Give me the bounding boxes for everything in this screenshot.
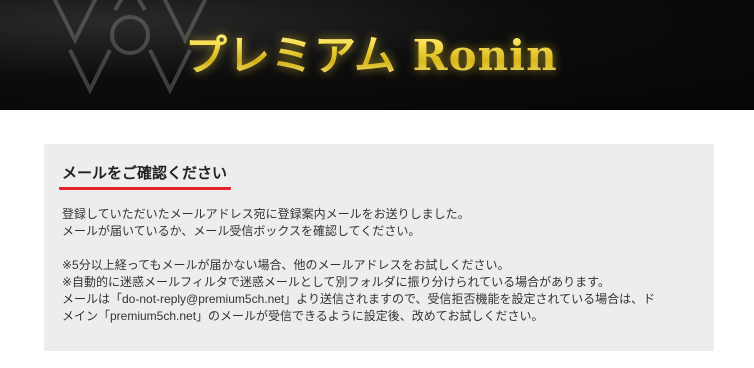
troubleshooting-line: メイン「premium5ch.net」のメールが受信できるように設定後、改めてお… <box>62 309 544 323</box>
instruction-line: メールが届いているか、メール受信ボックスを確認してください。 <box>62 224 421 238</box>
troubleshooting-line: メールは「do-not-reply@premium5ch.net」より送信されま… <box>62 292 656 306</box>
panel-title: メールをご確認ください <box>59 162 232 190</box>
troubleshooting-line: ※5分以上経ってもメールが届かない場合、他のメールアドレスをお試しください。 <box>62 258 510 272</box>
troubleshooting-line: ※自動的に迷惑メールフィルタで迷惑メールとして別フォルダに振り分けられている場合… <box>62 275 610 289</box>
troubleshooting-paragraph: ※5分以上経ってもメールが届かない場合、他のメールアドレスをお試しください。 ※… <box>62 257 696 325</box>
email-confirmation-panel: メールをご確認ください 登録していただいたメールアドレス宛に登録案内メールをお送… <box>44 144 714 351</box>
site-logo[interactable]: プレミアム Ronin <box>185 22 558 82</box>
instruction-paragraph: 登録していただいたメールアドレス宛に登録案内メールをお送りしました。 メールが届… <box>62 206 696 240</box>
site-header: プレミアム Ronin <box>0 0 754 110</box>
instruction-line: 登録していただいたメールアドレス宛に登録案内メールをお送りしました。 <box>62 207 470 221</box>
